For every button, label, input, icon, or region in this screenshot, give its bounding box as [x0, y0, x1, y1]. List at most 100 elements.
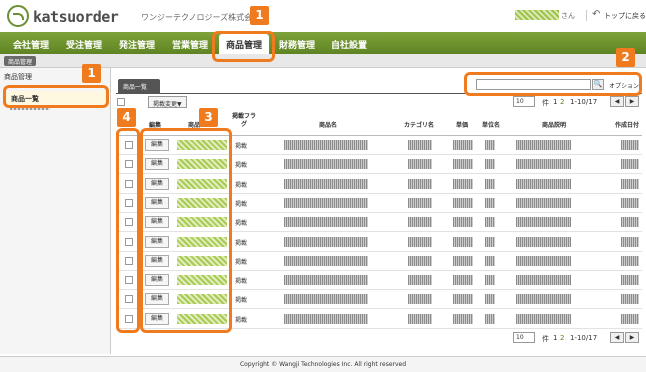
col-product-name: 商品名: [319, 122, 338, 129]
callout-box-search: [464, 72, 642, 96]
sidebar-heading: 商品管理: [4, 73, 32, 81]
next-page-icon-bottom[interactable]: ▶: [625, 332, 639, 343]
callout-badge-1-sidebar: 1: [82, 64, 101, 83]
per-page-select[interactable]: 10: [513, 96, 535, 107]
per-page-suffix-bottom: 件: [542, 335, 549, 343]
category-redacted: [408, 255, 432, 266]
publish-flag-value: 掲載: [235, 278, 248, 286]
created-date-redacted: [621, 197, 639, 208]
description-redacted: [516, 236, 571, 247]
description-redacted: [516, 294, 571, 305]
logo-text[interactable]: katsuorder: [33, 8, 119, 26]
sidebar: 商品管理 商品一覧: [0, 68, 111, 354]
col-created-date: 作成日付: [615, 122, 640, 129]
nav-orders-received[interactable]: 受注管理: [66, 38, 102, 51]
category-redacted: [408, 217, 432, 228]
callout-badge-4-checkbox: 4: [117, 108, 136, 127]
subbar-products-button[interactable]: 商品管理: [4, 56, 37, 66]
unit-price-redacted: [453, 255, 473, 266]
callout-box-checkboxes: [116, 128, 140, 333]
created-date-redacted: [621, 313, 639, 324]
prev-page-icon-bottom[interactable]: ◀: [610, 332, 624, 343]
category-redacted: [408, 159, 432, 170]
unit-price-redacted: [453, 140, 473, 150]
nav-orders-placed[interactable]: 発注管理: [119, 38, 155, 51]
category-redacted: [408, 313, 432, 324]
per-page-select-bottom[interactable]: 10: [513, 332, 535, 343]
product-name-redacted: [284, 217, 368, 228]
created-date-redacted: [621, 217, 639, 228]
page-range-bottom: 1-10/17: [570, 334, 598, 342]
per-page-suffix: 件: [542, 99, 549, 107]
created-date-redacted: [621, 140, 639, 150]
product-name-redacted: [284, 236, 368, 247]
footer-copyright: Copyright © Wangji Technologies Inc. All…: [0, 356, 646, 372]
product-name-redacted: [284, 275, 368, 286]
category-redacted: [408, 178, 432, 189]
description-redacted: [516, 140, 571, 150]
publish-flag-value: 掲載: [235, 316, 248, 324]
publish-flag-value: 掲載: [235, 297, 248, 305]
page-link-2[interactable]: 2: [560, 98, 564, 106]
product-name-redacted: [284, 178, 368, 189]
callout-badge-1-nav: 1: [250, 6, 269, 25]
description-redacted: [516, 178, 571, 189]
created-date-redacted: [621, 159, 639, 170]
unit-name-redacted: [485, 294, 495, 305]
col-description: 商品説明: [542, 122, 567, 129]
main-nav: 会社管理 受注管理 発注管理 営業管理 商品管理 財務管理 自社設置: [0, 32, 646, 54]
description-redacted: [516, 255, 571, 266]
page-link-2-bottom[interactable]: 2: [560, 334, 564, 342]
publish-flag-value: 掲載: [235, 162, 248, 170]
unit-name-redacted: [485, 275, 495, 286]
page-link-1-bottom[interactable]: 1: [553, 334, 557, 342]
company-name: ワンジーテクノロジーズ株式会社: [141, 13, 261, 22]
description-redacted: [516, 275, 571, 286]
created-date-redacted: [621, 275, 639, 286]
unit-name-redacted: [485, 178, 495, 189]
tab-product-list[interactable]: 商品一覧: [118, 79, 160, 93]
back-arrow-icon[interactable]: ↶: [592, 9, 600, 20]
unit-name-redacted: [485, 159, 495, 170]
unit-price-redacted: [453, 294, 473, 305]
prev-page-icon[interactable]: ◀: [610, 96, 624, 107]
created-date-redacted: [621, 178, 639, 189]
created-date-redacted: [621, 236, 639, 247]
unit-price-redacted: [453, 197, 473, 208]
unit-name-redacted: [485, 313, 495, 324]
description-redacted: [516, 159, 571, 170]
created-date-redacted: [621, 294, 639, 305]
publish-change-dropdown[interactable]: 掲載変更▼: [148, 96, 187, 108]
category-redacted: [408, 197, 432, 208]
unit-price-redacted: [453, 236, 473, 247]
category-redacted: [408, 236, 432, 247]
logo-icon: [7, 5, 29, 27]
user-name-redacted: [515, 10, 559, 20]
col-publish-flag: 掲載フラグ: [232, 113, 257, 128]
callout-box-nav-products: [212, 31, 275, 62]
category-redacted: [408, 140, 432, 150]
nav-finance[interactable]: 財務管理: [279, 38, 315, 51]
col-unit-price: 単価: [456, 122, 469, 129]
back-to-top-link[interactable]: トップに戻る: [604, 11, 646, 21]
unit-price-redacted: [453, 178, 473, 189]
nav-company[interactable]: 会社管理: [13, 38, 49, 51]
publish-flag-value: 掲載: [235, 200, 248, 208]
description-redacted: [516, 217, 571, 228]
product-name-redacted: [284, 159, 368, 170]
product-name-redacted: [284, 140, 368, 150]
callout-badge-2-search: 2: [616, 48, 635, 67]
next-page-icon[interactable]: ▶: [625, 96, 639, 107]
select-all-checkbox[interactable]: [117, 98, 125, 106]
nav-settings[interactable]: 自社設置: [331, 38, 367, 51]
unit-price-redacted: [453, 313, 473, 324]
description-redacted: [516, 197, 571, 208]
page-range: 1-10/17: [570, 98, 598, 106]
description-redacted: [516, 313, 571, 324]
app-header: katsuorder ワンジーテクノロジーズ株式会社 さん ↶ トップに戻る: [0, 0, 646, 32]
nav-sales[interactable]: 営業管理: [172, 38, 208, 51]
category-redacted: [408, 294, 432, 305]
publish-flag-value: 掲載: [235, 239, 248, 247]
unit-name-redacted: [485, 140, 495, 150]
page-link-1[interactable]: 1: [553, 98, 557, 106]
